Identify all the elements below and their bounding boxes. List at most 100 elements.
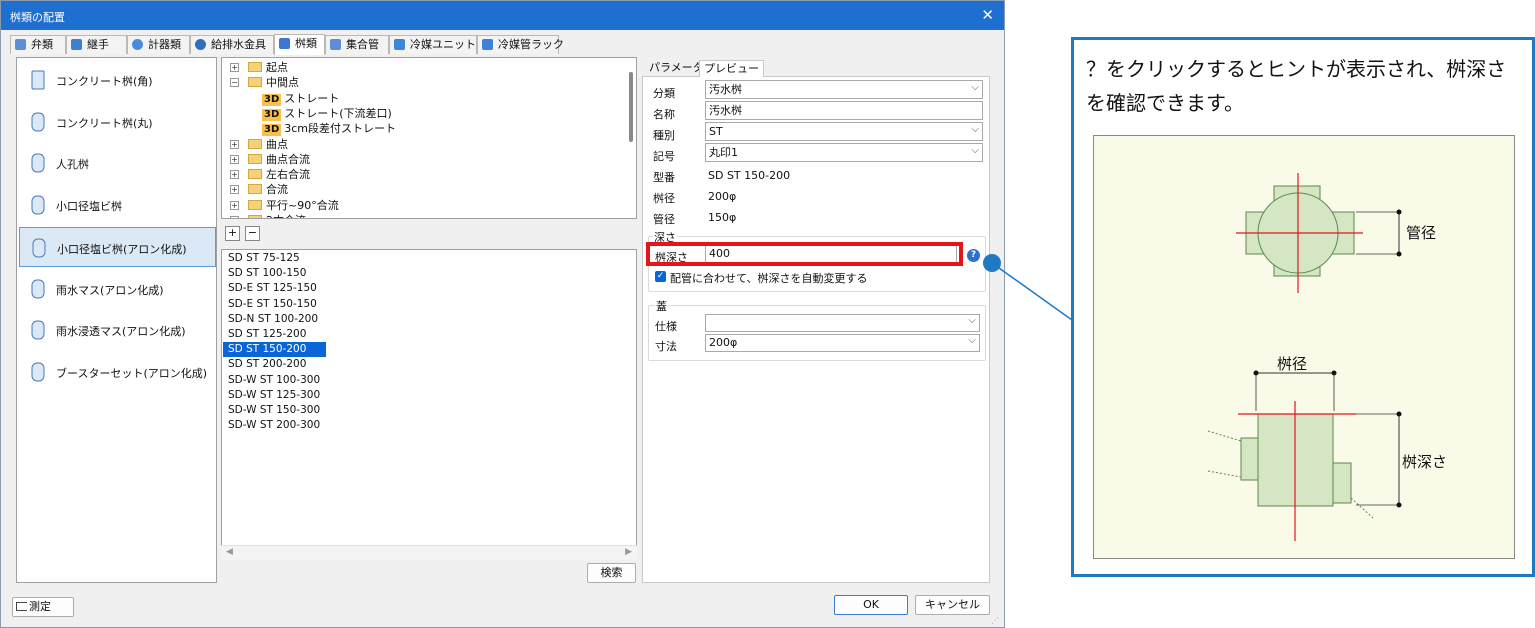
expand-toggle-icon[interactable]: − (230, 78, 239, 88)
model-item[interactable]: SD-W ST 100-300 (223, 373, 320, 388)
param-field-bunrui[interactable]: 汚水桝 (705, 79, 983, 99)
basin-type-item[interactable]: 小口径塩ビ桝(アロン化成) (19, 226, 216, 267)
square-concrete-basin-icon (29, 69, 47, 91)
tab-faucet[interactable]: 給排水金具 (190, 35, 274, 54)
tab-basin[interactable]: 桝類 (274, 34, 325, 55)
faucet-icon (195, 39, 206, 50)
expand-toggle-icon[interactable]: + (230, 185, 239, 195)
basin-type-item[interactable]: コンクリート桝(角) (19, 60, 216, 100)
tab-pipe-rack[interactable]: 冷媒管ラック (477, 35, 564, 54)
expand-toggle-icon[interactable]: + (230, 170, 239, 180)
ok-button[interactable]: OK (834, 595, 908, 615)
help-icon[interactable]: ? (967, 249, 980, 262)
model-item[interactable]: SD-E ST 150-150 (223, 297, 317, 312)
model-item[interactable]: SD ST 75-125 (223, 251, 300, 266)
cancel-button[interactable]: キャンセル (915, 595, 990, 615)
lid-spec-select[interactable] (705, 313, 980, 332)
folder-icon (248, 62, 262, 72)
tree-scrollbar[interactable] (629, 72, 633, 142)
tree-node[interactable]: +2本合流 (230, 213, 306, 218)
basin-type-item[interactable]: 雨水浸透マス(アロン化成) (19, 310, 216, 350)
param-value-masukei: 200φ (708, 190, 737, 203)
expand-toggle-icon[interactable]: + (230, 200, 239, 210)
param-value-kataban: SD ST 150-200 (708, 169, 791, 182)
tree-node[interactable]: + 曲点 (230, 137, 288, 152)
basin-type-label: 人孔桝 (56, 158, 89, 172)
expand-toggle-icon[interactable]: + (230, 216, 239, 218)
model-item[interactable]: SD ST 150-200 (223, 342, 326, 358)
model-item[interactable]: SD ST 200-200 (223, 357, 306, 372)
basin-type-item[interactable]: コンクリート桝(丸) (19, 102, 216, 142)
param-label-kataban: 型番 (653, 171, 675, 184)
tab-meter[interactable]: 計器類 (127, 35, 190, 54)
tab-refrigerant-unit[interactable]: 冷媒ユニット (389, 35, 477, 54)
basin-icon (279, 38, 290, 49)
expand-toggle-icon[interactable]: + (230, 154, 239, 164)
model-item[interactable]: SD ST 125-200 (223, 327, 306, 342)
valve-icon (15, 39, 26, 50)
param-label-shubetsu: 種別 (653, 129, 675, 142)
tree-node[interactable]: 3D ストレート (262, 91, 339, 106)
small-pvc-basin-aron-icon (30, 237, 48, 259)
tab-collector-pipe[interactable]: 集合管 (325, 35, 389, 54)
param-field-kigou[interactable]: 丸印1 (705, 142, 983, 162)
tree-node[interactable]: + 左右合流 (230, 167, 310, 182)
model-item[interactable]: SD-W ST 200-300 (223, 418, 320, 433)
tree-node[interactable]: 3D ストレート(下流差口) (262, 106, 392, 121)
model-item[interactable]: SD-N ST 100-200 (223, 312, 318, 327)
basin-type-item[interactable]: 小口径塩ビ桝 (19, 185, 216, 225)
meter-icon (132, 39, 143, 50)
tree-node-label: 曲点合流 (266, 152, 310, 166)
model-item[interactable]: SD-W ST 150-300 (223, 403, 320, 418)
param-value-kankei: 150φ (708, 211, 737, 224)
tree-node[interactable]: + 平行~90°合流 (230, 198, 339, 213)
auto-depth-checkbox[interactable]: ✓ (655, 271, 666, 282)
model-item[interactable]: SD-E ST 125-150 (223, 281, 317, 296)
scroll-left-icon[interactable]: ◀ (226, 547, 233, 557)
folder-icon (248, 169, 262, 180)
tree-node[interactable]: + 起点 (230, 60, 288, 75)
round-concrete-basin-icon (29, 111, 47, 133)
manhole-icon (29, 152, 47, 174)
auto-depth-label: 配管に合わせて、桝深さを自動変更する (670, 272, 868, 285)
model-item[interactable]: SD-W ST 125-300 (223, 388, 320, 403)
search-button[interactable]: 検索 (587, 563, 636, 583)
close-icon[interactable]: ✕ (981, 6, 994, 24)
expand-toggle-icon[interactable]: + (230, 63, 239, 72)
hint-diagram: 管径 桝径 桝深さ (1093, 135, 1515, 559)
rain-basin-icon (29, 278, 47, 300)
tree-node[interactable]: − 中間点 (230, 75, 299, 90)
expand-all-button[interactable]: + (225, 226, 240, 241)
tab-joint[interactable]: 継手 (66, 35, 127, 54)
basin-type-item[interactable]: 雨水マス(アロン化成) (19, 269, 216, 309)
expand-toggle-icon[interactable]: + (230, 139, 239, 149)
tab-label: 継手 (87, 38, 109, 51)
rain-infiltration-basin-icon (29, 319, 47, 341)
basin-type-item[interactable]: 人孔桝 (19, 143, 216, 183)
list-horizontal-scrollbar[interactable]: ◀ ▶ (221, 545, 637, 560)
model-item[interactable]: SD ST 100-150 (223, 266, 306, 281)
tree-node[interactable]: 3D 3cm段差付ストレート (262, 121, 397, 137)
param-value: 丸印1 (709, 146, 738, 159)
collapse-all-button[interactable]: − (245, 226, 260, 241)
tab-label: 冷媒管ラック (498, 38, 564, 51)
tree-node-label: 3cm段差付ストレート (284, 122, 397, 136)
basin-type-item[interactable]: ブースターセット(アロン化成) (19, 352, 216, 392)
lid-size-select[interactable]: 200φ (705, 333, 980, 352)
basin-type-label: コンクリート桝(丸) (56, 116, 153, 130)
basin-type-label: 雨水マス(アロン化成) (56, 283, 164, 297)
tree-node[interactable]: + 曲点合流 (230, 152, 310, 167)
3d-model-icon: 3D (262, 108, 282, 121)
scroll-right-icon[interactable]: ▶ (625, 547, 632, 557)
tab-valve[interactable]: 弁類 (10, 35, 66, 54)
param-field-shubetsu[interactable]: ST (705, 121, 983, 141)
tab-label: 弁類 (31, 38, 53, 51)
tab-preview[interactable]: プレビュー (699, 60, 764, 77)
tab-label: 桝類 (295, 37, 317, 50)
measure-button[interactable]: 測定 (12, 597, 74, 617)
tab-label: 冷媒ユニット (410, 38, 476, 51)
resize-grip-icon[interactable]: ⋰ (991, 616, 1001, 626)
tree-node[interactable]: + 合流 (230, 182, 288, 197)
param-field-meisho[interactable]: 汚水桝 (705, 101, 983, 120)
lid-size-value: 200φ (709, 336, 738, 349)
